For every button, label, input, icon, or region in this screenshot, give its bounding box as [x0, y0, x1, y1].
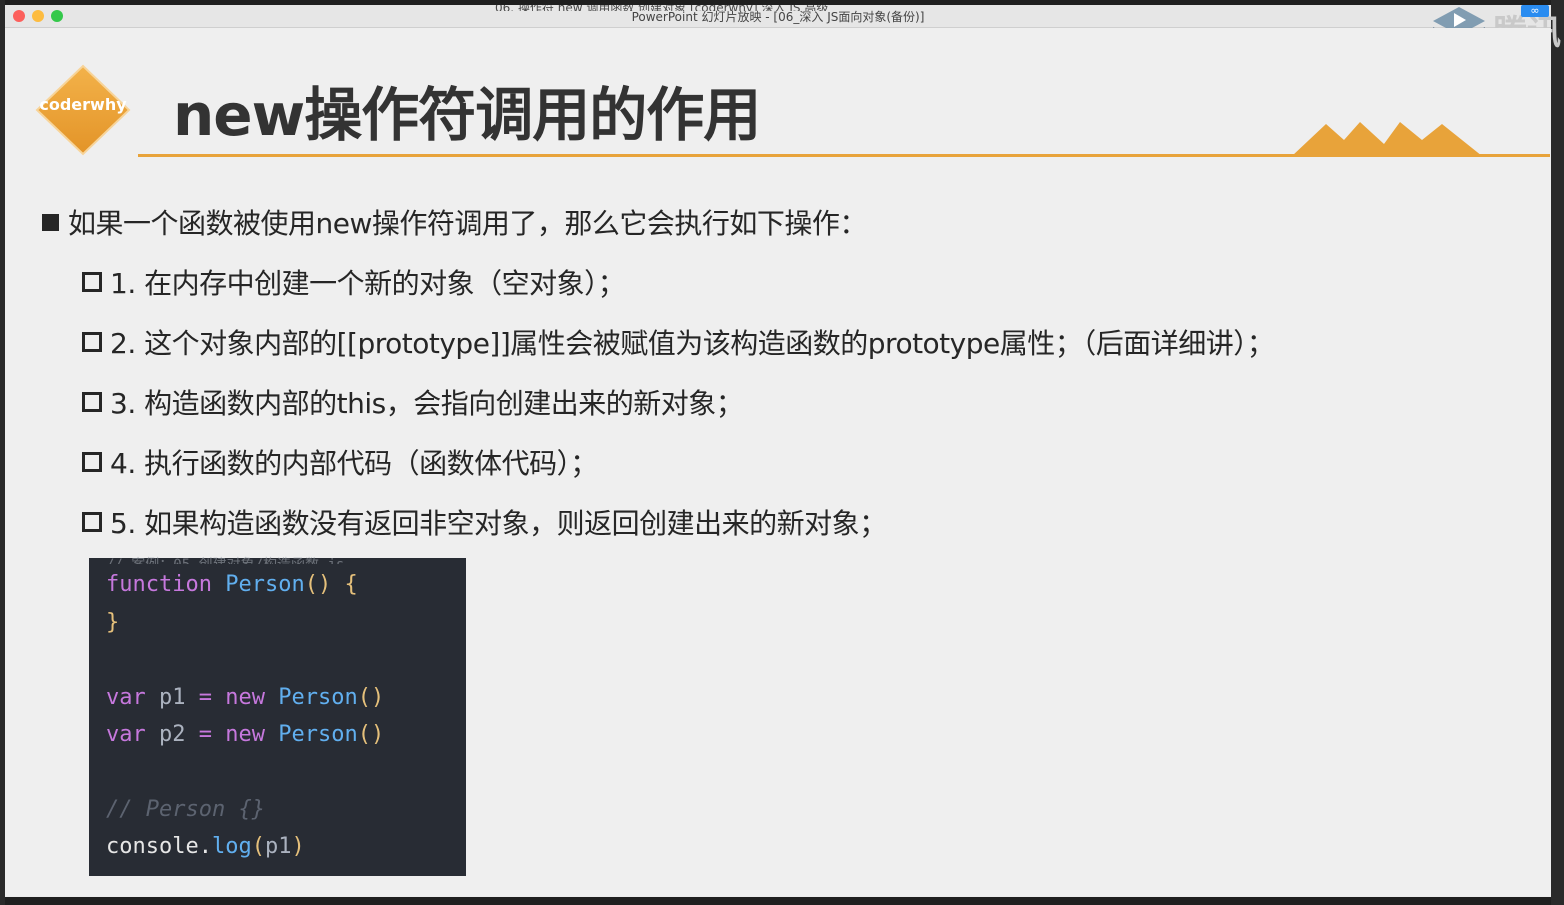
code-line-1: function Person() {	[106, 572, 358, 597]
code-line-6: console.log(p1)	[106, 834, 305, 859]
code-token: log	[211, 834, 252, 859]
sub-bullet-text: 3. 构造函数内部的this，会指向创建出来的新对象；	[110, 387, 744, 420]
code-block: // 案例：05_创建对象/构造函数.js function Person() …	[89, 557, 466, 876]
sub-bullet-1: 1. 在内存中创建一个新的对象（空对象）；	[82, 262, 626, 302]
sub-bullet-text: 4. 执行函数的内部代码（函数体代码）；	[110, 447, 598, 480]
mountains-decoration-icon	[1292, 122, 1482, 156]
code-token: =	[198, 722, 212, 747]
code-token: var	[106, 722, 146, 747]
sub-bullet-text: 1. 在内存中创建一个新的对象（空对象）；	[110, 267, 626, 300]
hollow-square-bullet-icon	[82, 392, 102, 412]
code-line-2: }	[106, 610, 119, 635]
code-line-5: // Person {}	[106, 797, 265, 822]
video-title-overlay: 06. 操作符 new 调用函数 创建对象 [coderwhy] 深入 JS 高…	[495, 1, 829, 11]
code-token: console.	[106, 834, 212, 859]
code-token: Person	[225, 572, 305, 597]
code-token: }	[106, 610, 120, 635]
slide-title: new操作符调用的作用	[173, 81, 761, 149]
right-edge	[1551, 0, 1564, 905]
code-token: )	[291, 834, 305, 859]
logo-text: coderwhy	[39, 95, 127, 114]
code-line-4: var p2 = new Person()	[106, 722, 384, 747]
code-token: ()	[357, 685, 385, 710]
code-clipped-line: // 案例：05_创建对象/构造函数.js	[89, 554, 483, 564]
code-token: p1	[159, 685, 186, 710]
sub-bullet-5: 5. 如果构造函数没有返回非空对象，则返回创建出来的新对象；	[82, 502, 887, 542]
main-bullet: 如果一个函数被使用new操作符调用了，那么它会执行如下操作：	[42, 202, 867, 242]
code-token: // Person {}	[106, 797, 265, 822]
code-token: ()	[357, 722, 385, 747]
code-token: function	[106, 572, 212, 597]
sub-bullet-3: 3. 构造函数内部的this，会指向创建出来的新对象；	[82, 382, 744, 422]
code-token: =	[198, 685, 212, 710]
hollow-square-bullet-icon	[82, 512, 102, 532]
sub-bullet-2: 2. 这个对象内部的[[prototype]]属性会被赋值为该构造函数的prot…	[82, 322, 1275, 362]
code-token: Person	[278, 685, 358, 710]
code-token: p2	[159, 722, 186, 747]
code-token: new	[225, 722, 265, 747]
code-token: var	[106, 685, 146, 710]
sub-bullet-text: 5. 如果构造函数没有返回非空对象，则返回创建出来的新对象；	[110, 507, 887, 540]
watermark-badge: ∞	[1521, 5, 1549, 17]
filled-square-bullet-icon	[42, 214, 59, 231]
code-line-3: var p1 = new Person()	[106, 685, 384, 710]
hollow-square-bullet-icon	[82, 452, 102, 472]
hollow-square-bullet-icon	[82, 332, 102, 352]
code-token: Person	[278, 722, 358, 747]
code-token: {	[344, 572, 358, 597]
sub-bullet-4: 4. 执行函数的内部代码（函数体代码）；	[82, 442, 598, 482]
hollow-square-bullet-icon	[82, 272, 102, 292]
code-token: ()	[304, 572, 332, 597]
main-bullet-text: 如果一个函数被使用new操作符调用了，那么它会执行如下操作：	[68, 207, 867, 240]
sub-bullet-text: 2. 这个对象内部的[[prototype]]属性会被赋值为该构造函数的prot…	[110, 327, 1275, 360]
code-token: (	[251, 834, 265, 859]
code-token: p1	[264, 834, 292, 859]
code-token: new	[225, 685, 265, 710]
